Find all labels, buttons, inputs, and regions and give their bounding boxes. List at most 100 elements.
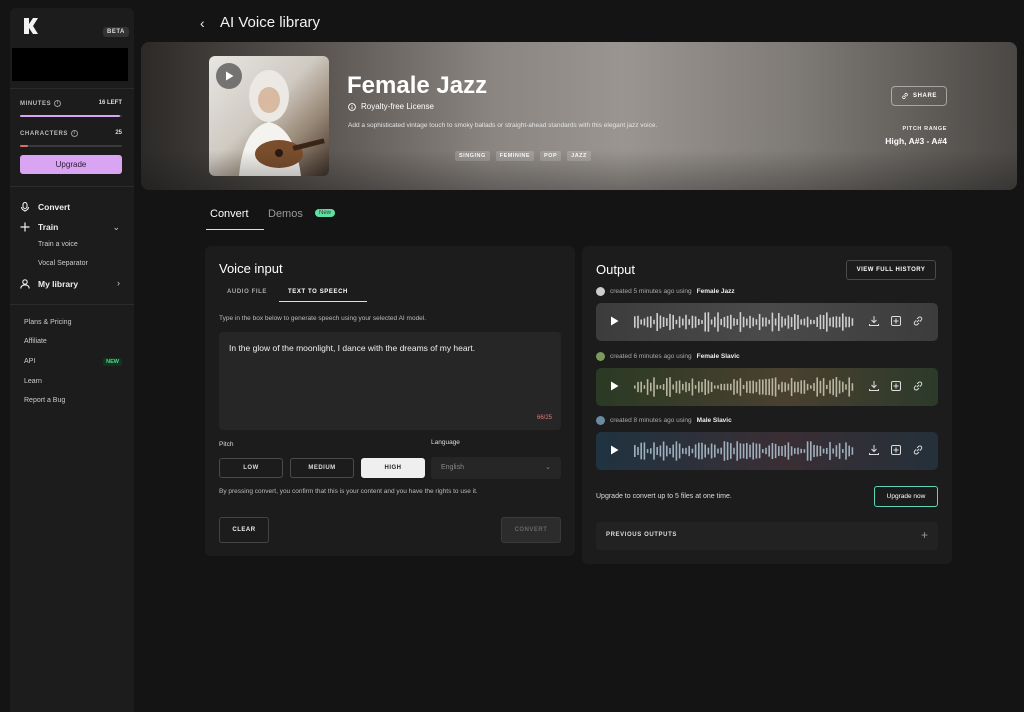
waveform-bar: [790, 377, 793, 397]
waveform-bar: [822, 448, 825, 454]
tag-feminine[interactable]: FEMININE: [495, 151, 535, 161]
waveform-bar: [675, 441, 678, 461]
waveform-bar: [717, 385, 719, 389]
link-icon: [902, 92, 908, 100]
nav-train[interactable]: Train: [20, 222, 58, 232]
output-meta-text: created 8 minutes ago using: [610, 417, 692, 424]
nav-vocal-separator[interactable]: Vocal Separator: [38, 260, 88, 267]
info-icon[interactable]: i: [71, 130, 78, 137]
add-to-library-icon[interactable]: [890, 444, 902, 456]
waveform-bar: [672, 384, 674, 390]
waveform-bar: [758, 443, 761, 459]
link-icon[interactable]: [912, 380, 924, 392]
waveform-bar: [845, 316, 847, 328]
waveform-bar: [707, 380, 710, 394]
waveform-bar: [659, 385, 662, 389]
waveform-bar: [698, 442, 700, 460]
tab-demos[interactable]: Demos: [268, 208, 303, 220]
audio-player[interactable]: [596, 368, 938, 406]
waveform-bar: [762, 379, 764, 395]
link-plans-pricing[interactable]: Plans & Pricing: [24, 319, 71, 326]
download-icon[interactable]: [868, 444, 880, 456]
waveform-bar: [701, 442, 703, 460]
waveform-bar: [634, 385, 636, 389]
tag-singing[interactable]: SINGING: [455, 151, 490, 161]
waveform-bar: [787, 442, 790, 460]
share-button[interactable]: SHARE: [891, 86, 947, 106]
waveform-bar: [675, 381, 678, 393]
tag-pop[interactable]: POP: [540, 151, 562, 161]
waveform-bar: [662, 383, 665, 391]
waveform[interactable]: [634, 375, 854, 399]
tag-jazz[interactable]: JAZZ: [567, 151, 591, 161]
waveform-bar: [848, 316, 850, 328]
waveform-bar: [819, 314, 822, 330]
waveform-bar: [829, 380, 831, 394]
link-affiliate[interactable]: Affiliate: [24, 338, 47, 345]
view-history-button[interactable]: VIEW FULL HISTORY: [846, 260, 936, 280]
waveform-bar: [634, 445, 636, 457]
logo-icon[interactable]: [24, 18, 38, 34]
waveform-bar: [842, 449, 844, 453]
license-info: Royalty-free License: [348, 102, 434, 111]
preview-play-button[interactable]: [216, 63, 242, 89]
upgrade-button[interactable]: Upgrade: [20, 155, 122, 174]
back-chevron-icon[interactable]: ‹: [200, 15, 205, 31]
pitch-low-button[interactable]: LOW: [219, 458, 283, 478]
play-icon[interactable]: [610, 381, 619, 391]
add-to-library-icon[interactable]: [890, 380, 902, 392]
waveform-bar: [675, 319, 678, 325]
upgrade-now-button[interactable]: Upgrade now: [874, 486, 938, 507]
info-icon[interactable]: i: [54, 100, 62, 107]
waveform[interactable]: [634, 310, 854, 334]
chevron-down-icon[interactable]: ⌄: [112, 222, 120, 233]
waveform-bar: [730, 443, 732, 459]
audio-player[interactable]: [596, 432, 938, 470]
plus-icon: [20, 222, 30, 232]
waveform[interactable]: [634, 439, 854, 463]
subtab-text-to-speech[interactable]: TEXT TO SPEECH: [288, 289, 348, 295]
tts-textarea[interactable]: In the glow of the moonlight, I dance wi…: [219, 332, 561, 430]
language-select[interactable]: English ⌄: [431, 457, 561, 479]
waveform-bar: [765, 447, 767, 455]
subtab-audio-file[interactable]: AUDIO FILE: [227, 289, 267, 295]
voice-hero: Female Jazz Royalty-free License Add a s…: [141, 42, 1017, 190]
waveform-bar: [710, 319, 713, 325]
nav-my-library[interactable]: My library: [20, 279, 78, 289]
voice-input-title: Voice input: [219, 261, 283, 276]
waveform-bar: [835, 377, 838, 397]
tts-text: In the glow of the moonlight, I dance wi…: [229, 343, 476, 353]
link-icon[interactable]: [912, 444, 924, 456]
tab-convert[interactable]: Convert: [210, 208, 249, 220]
nav-convert[interactable]: Convert: [20, 202, 70, 212]
link-report-bug[interactable]: Report a Bug: [24, 397, 65, 404]
download-icon[interactable]: [868, 315, 880, 327]
pitch-high-button[interactable]: HIGH: [361, 458, 425, 478]
play-icon[interactable]: [610, 316, 619, 326]
waveform-bar: [634, 316, 636, 328]
waveform-bar: [832, 448, 834, 454]
output-title: Output: [596, 262, 636, 277]
add-to-library-icon[interactable]: [890, 315, 902, 327]
link-learn[interactable]: Learn: [24, 378, 42, 385]
convert-button[interactable]: CONVERT: [501, 517, 561, 543]
waveform-bar: [806, 383, 809, 391]
minutes-label-text: MINUTES: [20, 100, 52, 107]
waveform-bar: [758, 313, 761, 331]
nav-train-a-voice[interactable]: Train a voice: [38, 241, 78, 248]
previous-outputs-accordion[interactable]: PREVIOUS OUTPUTS +: [596, 522, 938, 550]
play-icon[interactable]: [610, 445, 619, 455]
waveform-bar: [662, 317, 665, 327]
chevron-right-icon[interactable]: ›: [117, 278, 120, 288]
pitch-range-value: High, A#3 - A#4: [885, 136, 947, 146]
link-icon[interactable]: [912, 315, 924, 327]
waveform-bar: [800, 319, 802, 325]
audio-player[interactable]: [596, 303, 938, 341]
clear-button[interactable]: CLEAR: [219, 517, 269, 543]
waveform-bar: [794, 314, 796, 330]
pitch-medium-button[interactable]: MEDIUM: [290, 458, 354, 478]
waveform-bar: [746, 381, 748, 393]
link-api[interactable]: API: [24, 358, 35, 365]
waveform-bar: [723, 441, 726, 461]
download-icon[interactable]: [868, 380, 880, 392]
